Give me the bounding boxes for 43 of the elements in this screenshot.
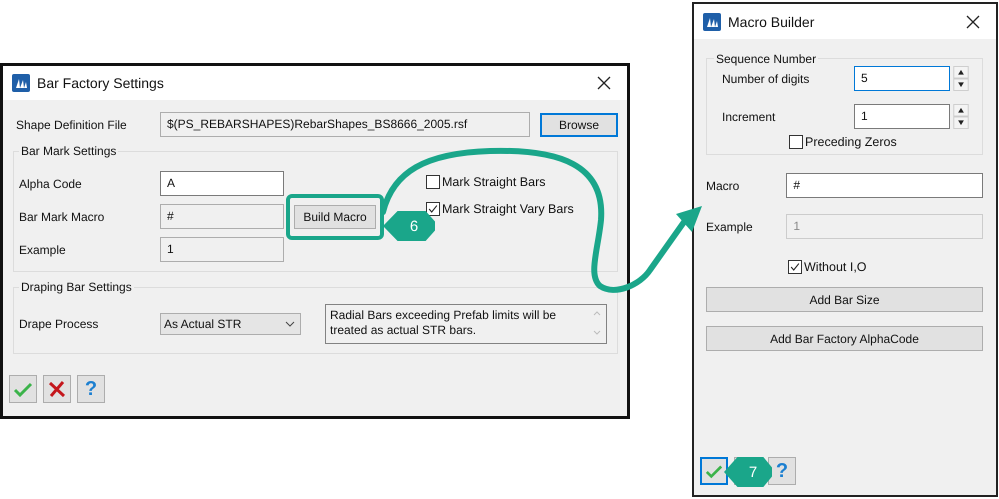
checkbox[interactable] [789,135,803,149]
spinner-arrows-icon[interactable] [953,104,969,129]
info-text-box: Radial Bars exceeding Prefab limits will be treated as actual STR bars. [325,304,607,344]
close-icon[interactable] [597,76,611,90]
field-label: Macro [706,178,740,192]
field-label: Number of digits [721,72,810,86]
field-label: Bar Mark Macro [19,210,106,224]
cross-icon [47,379,67,399]
field-label: Drape Process [19,317,100,331]
input-field[interactable]: # [786,173,983,198]
action-button[interactable]: Add Bar Factory AlphaCode [706,326,983,351]
cancel-button[interactable] [43,375,71,403]
field-label: Increment [721,110,776,124]
file-path-field[interactable]: $(PS_REBARSHAPES)RebarShapes_BS8666_2005.rsf [160,112,530,137]
checkbox-label: Mark Straight Bars [442,175,546,189]
build-macro-button[interactable]: Build Macro [294,204,376,228]
browse-button[interactable]: Browse [540,112,618,136]
ok-button[interactable] [700,457,728,485]
group-legend: Draping Bar Settings [19,280,134,294]
action-button[interactable]: Add Bar Size [706,287,983,312]
checkbox-label: Mark Straight Vary Bars [442,202,574,216]
app-icon [12,74,30,92]
number-field[interactable]: 1 [854,104,950,129]
number-field[interactable]: 5 [854,66,950,91]
field-label: Example [706,220,754,234]
close-icon[interactable] [966,14,980,28]
checkbox[interactable] [426,175,440,189]
checkbox[interactable] [788,260,802,274]
group-legend: Sequence Number [714,52,818,66]
group-legend: Bar Mark Settings [19,144,118,158]
spinner-arrows-icon[interactable] [953,66,969,91]
checkbox-label: Without I,O [804,260,867,274]
field-label: Shape Definition File [15,118,128,132]
checkbox[interactable] [426,202,440,216]
chevron-down-icon [285,321,295,327]
field-label: Alpha Code [19,176,83,190]
window-title: Macro Builder [728,14,814,30]
checkbox-label: Preceding Zeros [805,135,897,149]
app-icon [703,12,721,30]
window-title: Bar Factory Settings [37,75,164,91]
dropdown[interactable]: As Actual STR [160,313,301,335]
field-label: Example [19,242,67,256]
input-field[interactable]: A [160,171,284,196]
